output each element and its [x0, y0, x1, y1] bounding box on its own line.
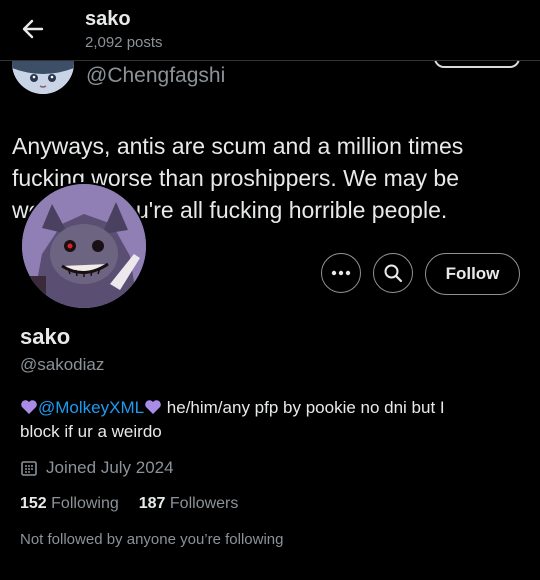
profile-header: sako 2,092 posts — [0, 0, 540, 61]
profile-display-name: sako — [20, 324, 71, 349]
bio-text: block if ur a weirdo — [20, 422, 162, 441]
search-icon — [384, 264, 403, 283]
purple-heart-icon — [21, 400, 37, 414]
joined-text: Joined July 2024 — [46, 458, 174, 477]
follow-button[interactable]: Follow — [425, 253, 520, 295]
following-label: Following — [51, 495, 119, 512]
profile-avatar[interactable] — [20, 182, 148, 310]
followers-label: Followers — [169, 495, 239, 512]
mutual-followers-note: Not followed by anyone you’re following — [20, 531, 284, 548]
banner-post-avatar — [12, 60, 74, 94]
profile-username: @sakodiaz — [20, 355, 105, 374]
calendar-icon — [21, 461, 37, 476]
banner-post-handle: @Chengfagshi — [86, 64, 226, 87]
bio-text: he/him/any pfp by pookie no dni but I — [162, 398, 445, 417]
arrow-left-icon — [22, 19, 44, 39]
more-options-button[interactable] — [321, 253, 361, 293]
followers-link[interactable]: 187 Followers — [139, 495, 239, 512]
banner-post-text-line: Anyways, antis are scum and a million ti… — [12, 133, 464, 159]
back-button[interactable] — [20, 16, 46, 42]
more-dots-icon — [331, 270, 351, 276]
bio-mention-link[interactable]: @MolkeyXML — [38, 398, 144, 417]
header-name: sako — [85, 8, 131, 30]
following-link[interactable]: 152 Following — [20, 495, 119, 512]
header-post-count: 2,092 posts — [85, 34, 163, 51]
joined-date: Joined July 2024 — [20, 458, 174, 478]
banner-post-follow-pill — [434, 60, 520, 68]
follow-stats: 152 Following 187 Followers — [20, 495, 238, 513]
followers-count: 187 — [138, 495, 166, 512]
purple-heart-icon — [145, 400, 161, 414]
following-count: 152 — [20, 495, 47, 512]
search-button[interactable] — [373, 253, 413, 293]
profile-bio: @MolkeyXML he/him/any pfp by pookie no d… — [20, 396, 520, 444]
